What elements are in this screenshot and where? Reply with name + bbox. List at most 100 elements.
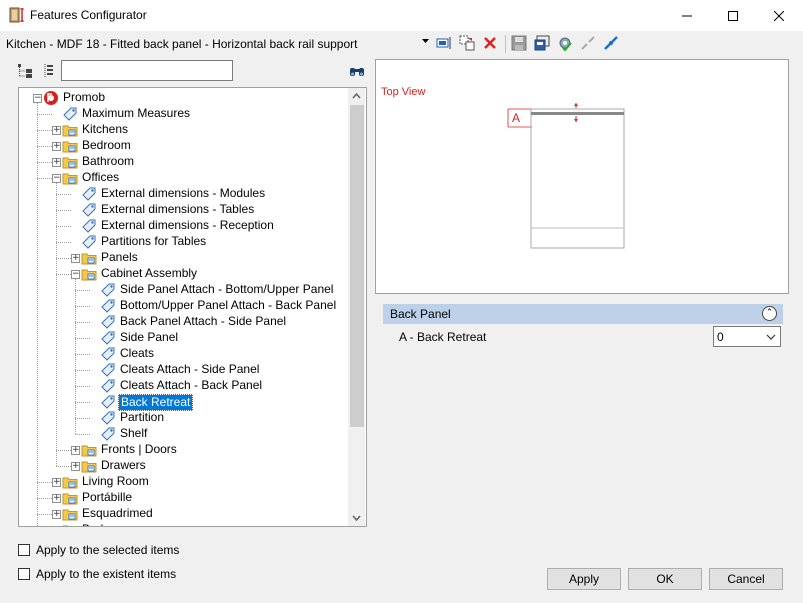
- disconnect-button[interactable]: [578, 33, 598, 53]
- ok-button[interactable]: OK: [628, 568, 702, 590]
- tag-icon: [100, 394, 116, 410]
- tree-item[interactable]: + Living Room: [19, 474, 349, 490]
- collapse-icon[interactable]: −: [52, 174, 61, 183]
- tag-icon: [100, 346, 116, 362]
- property-value: 0: [717, 330, 724, 344]
- tree-item[interactable]: Back Retreat: [19, 394, 349, 411]
- tree-item-label: Maximum Measures: [82, 106, 191, 120]
- tree-item[interactable]: Partitions for Tables: [19, 234, 349, 250]
- expand-icon[interactable]: +: [71, 446, 80, 455]
- apply-button[interactable]: Apply: [547, 568, 621, 590]
- tree-item[interactable]: External dimensions - Modules: [19, 186, 349, 202]
- tree-item[interactable]: Back Panel Attach - Side Panel: [19, 314, 349, 330]
- connect-button[interactable]: [601, 33, 621, 53]
- tree-item[interactable]: + Panels: [19, 250, 349, 266]
- tree-item[interactable]: Side Panel Attach - Bottom/Upper Panel: [19, 282, 349, 298]
- tree-item[interactable]: + Portábille: [19, 490, 349, 506]
- scroll-thumb[interactable]: [350, 105, 364, 427]
- tree-item-label: Cleats Attach - Side Panel: [120, 362, 260, 376]
- tree-item[interactable]: − Offices: [19, 170, 349, 186]
- scroll-down-icon[interactable]: [352, 515, 361, 521]
- tree-item[interactable]: External dimensions - Tables: [19, 202, 349, 218]
- tree-columns-icon: [44, 64, 53, 78]
- close-button[interactable]: [756, 0, 802, 31]
- tree-item[interactable]: External dimensions - Reception: [19, 218, 349, 234]
- maximize-button[interactable]: [710, 0, 756, 31]
- tree-expand-button[interactable]: [16, 62, 34, 80]
- tree-item[interactable]: Bottom/Upper Panel Attach - Back Panel: [19, 298, 349, 314]
- tree-item[interactable]: + Bedroom: [19, 522, 349, 527]
- minimize-button[interactable]: [664, 0, 710, 31]
- tree-item-label: Promob: [63, 90, 106, 104]
- delete-button[interactable]: [480, 33, 500, 53]
- tree-item[interactable]: − Cabinet Assembly: [19, 266, 349, 282]
- close-icon: [774, 10, 784, 21]
- folder-icon: [62, 138, 78, 154]
- tree-connector: [37, 178, 52, 179]
- tree-item[interactable]: Cleats Attach - Back Panel: [19, 378, 349, 394]
- tree-connector: [75, 306, 90, 307]
- collapse-icon[interactable]: −: [71, 270, 80, 279]
- tree-item[interactable]: + Bedroom: [19, 138, 349, 154]
- expand-icon[interactable]: +: [52, 478, 61, 487]
- tree-connector: [56, 226, 71, 227]
- apply-existent-option[interactable]: Apply to the existent items: [18, 567, 176, 581]
- tag-icon: [81, 234, 97, 250]
- tree-connector: [75, 418, 90, 419]
- expand-icon[interactable]: +: [71, 462, 80, 471]
- tree-item-label: External dimensions - Reception: [101, 218, 274, 232]
- collapse-chevron-icon[interactable]: ⌃: [762, 306, 777, 321]
- tree-item[interactable]: + Kitchens: [19, 122, 349, 138]
- expand-icon[interactable]: +: [53, 526, 61, 527]
- property-group-header[interactable]: Back Panel ⌃: [383, 304, 783, 324]
- tree-item-label: Cleats Attach - Back Panel: [120, 378, 263, 392]
- tree-item-label: Bottom/Upper Panel Attach - Back Panel: [120, 298, 337, 312]
- apply-selected-checkbox[interactable]: [18, 544, 30, 556]
- import-button[interactable]: [532, 33, 552, 53]
- apply-existent-label: Apply to the existent items: [36, 567, 177, 581]
- tree-item[interactable]: − Promob: [19, 90, 349, 106]
- expand-icon[interactable]: +: [71, 254, 80, 263]
- tree-item[interactable]: Partition: [19, 410, 349, 426]
- property-value-select[interactable]: 0: [713, 326, 781, 347]
- tree-item[interactable]: Cleats: [19, 346, 349, 362]
- tree-item[interactable]: Cleats Attach - Side Panel: [19, 362, 349, 378]
- tree-item[interactable]: Side Panel: [19, 330, 349, 346]
- tree-search-input[interactable]: [61, 60, 233, 81]
- maximize-icon: [728, 10, 738, 21]
- tree-item[interactable]: Maximum Measures: [19, 106, 349, 122]
- tree-item[interactable]: Shelf: [19, 426, 349, 442]
- tag-icon: [100, 362, 116, 378]
- features-tree[interactable]: − Promob Maximum Measures + Kitchens + Bedroom…: [18, 87, 367, 527]
- expand-icon[interactable]: +: [52, 158, 61, 167]
- folder-icon: [62, 474, 78, 490]
- tree-item[interactable]: + Drawers: [19, 458, 349, 474]
- tree-columns-button[interactable]: [39, 62, 57, 80]
- save-button[interactable]: [509, 33, 529, 53]
- expand-icon[interactable]: +: [52, 494, 61, 503]
- tree-connector: [75, 370, 90, 371]
- save-icon: [511, 35, 527, 51]
- scroll-up-icon[interactable]: [352, 93, 361, 99]
- tree-connector: [37, 482, 52, 483]
- tree-item[interactable]: + Esquadrimed: [19, 506, 349, 522]
- expand-icon[interactable]: +: [52, 126, 61, 135]
- copy-features-button[interactable]: [457, 33, 477, 53]
- config-dropdown[interactable]: Kitchen - MDF 18 - Fitted back panel - H…: [4, 33, 430, 53]
- tree-item-label: Bedroom: [82, 138, 131, 152]
- tree-item-label: External dimensions - Modules: [101, 186, 266, 200]
- tree-connector: [37, 130, 52, 131]
- cancel-button[interactable]: Cancel: [709, 568, 783, 590]
- tree-connector: [75, 290, 90, 291]
- collapse-icon[interactable]: −: [33, 94, 42, 103]
- select-items-button[interactable]: [434, 33, 454, 53]
- settings-button[interactable]: [555, 33, 575, 53]
- tree-item-label: External dimensions - Tables: [101, 202, 255, 216]
- tree-item[interactable]: + Fronts | Doors: [19, 442, 349, 458]
- expand-icon[interactable]: +: [52, 510, 61, 519]
- tree-item[interactable]: + Bathroom: [19, 154, 349, 170]
- expand-icon[interactable]: +: [52, 142, 61, 151]
- find-button[interactable]: [348, 62, 366, 80]
- apply-selected-option[interactable]: Apply to the selected items: [18, 543, 179, 557]
- apply-existent-checkbox[interactable]: [18, 568, 30, 580]
